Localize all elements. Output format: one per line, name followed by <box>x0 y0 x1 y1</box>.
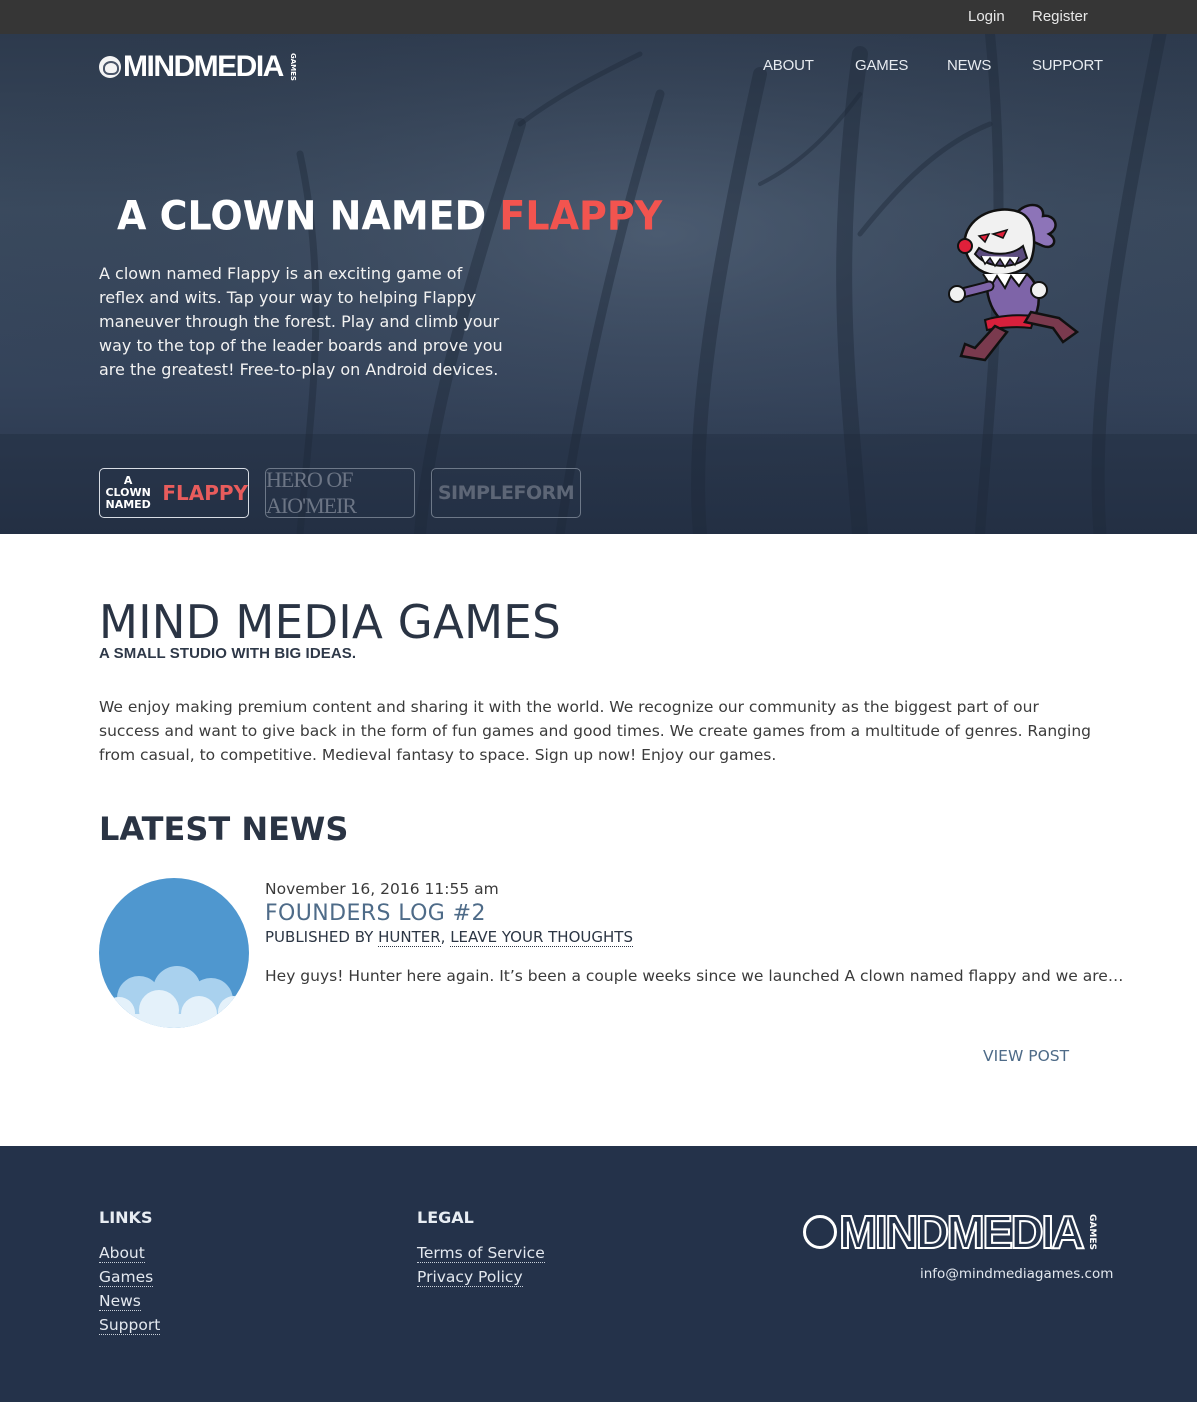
footer-link-privacy[interactable]: Privacy Policy <box>417 1268 523 1287</box>
author-link[interactable]: HUNTER <box>378 928 441 947</box>
footer-link-news[interactable]: News <box>99 1292 141 1311</box>
game-title-accent: FLAPPY <box>499 192 663 240</box>
nav-games[interactable]: GAMES <box>855 57 908 74</box>
meta-separator: , <box>440 928 451 946</box>
brain-icon <box>99 56 121 78</box>
register-link[interactable]: Register <box>1032 8 1088 25</box>
brand-name: MINDMEDIA <box>123 50 284 83</box>
brain-icon <box>803 1215 837 1249</box>
nav-support[interactable]: SUPPORT <box>1032 57 1103 74</box>
news-post-title[interactable]: FOUNDERS LOG #2 <box>265 901 486 926</box>
studio-description: We enjoy making premium content and shar… <box>99 698 1091 764</box>
footer-link-about[interactable]: About <box>99 1244 145 1263</box>
studio-subtitle: A SMALL STUDIO WITH BIG IDEAS. <box>99 645 357 662</box>
game-title: A CLOWN NAMED FLAPPY <box>117 193 662 239</box>
thumb-hero-label: HERO OF AIO'MEIR <box>266 468 357 518</box>
footer: LINKS About Games News Support LEGAL Ter… <box>0 1146 1197 1402</box>
footer-brand-suffix: GAMES <box>1087 1214 1098 1250</box>
footer-legal-heading: LEGAL <box>417 1208 474 1227</box>
footer-brand-name: MINDMEDIA <box>838 1206 1086 1258</box>
view-post-link[interactable]: VIEW POST <box>983 1047 1069 1065</box>
news-post-thumbnail[interactable] <box>99 878 249 1028</box>
thumb-flappy-line2: NAMED <box>105 498 151 511</box>
studio-title: MIND MEDIA GAMES <box>99 595 561 649</box>
brand-suffix: GAMES <box>288 53 297 81</box>
thumb-flappy-line1: A CLOWN <box>105 474 151 499</box>
nav-about[interactable]: ABOUT <box>763 57 814 74</box>
published-by-label: PUBLISHED BY <box>265 928 379 946</box>
thumb-flappy-accent: FLAPPY <box>162 481 248 505</box>
footer-legal-list: Terms of Service Privacy Policy <box>417 1244 545 1292</box>
comments-link[interactable]: LEAVE YOUR THOUGHTS <box>450 928 633 947</box>
footer-links-list: About Games News Support <box>99 1244 161 1340</box>
latest-news-heading: LATEST NEWS <box>99 810 349 848</box>
thumb-flappy-small-label: A CLOWN NAMED <box>100 475 156 511</box>
footer-link-support[interactable]: Support <box>99 1316 161 1335</box>
news-post-date: November 16, 2016 11:55 am <box>265 880 499 898</box>
footer-email[interactable]: info@mindmediagames.com <box>920 1266 1113 1282</box>
hero-banner: MINDMEDIA GAMES ABOUT GAMES NEWS SUPPORT… <box>0 34 1197 534</box>
footer-link-games[interactable]: Games <box>99 1268 154 1287</box>
footer-brand-logo: MINDMEDIA GAMES <box>803 1208 1110 1256</box>
game-thumb-hero-of-aiomeir[interactable]: HERO OF AIO'MEIR <box>265 468 415 518</box>
cloud-icon <box>99 966 249 1028</box>
clown-character-illustration <box>948 203 1080 362</box>
thumb-simpleform-label: SIMPLEFORM <box>437 482 575 504</box>
game-title-main: A CLOWN NAMED <box>117 192 500 240</box>
footer-link-terms[interactable]: Terms of Service <box>417 1244 545 1263</box>
nav-news[interactable]: NEWS <box>947 57 991 74</box>
footer-links-heading: LINKS <box>99 1208 153 1227</box>
game-thumb-simpleform[interactable]: SIMPLEFORM <box>431 468 581 518</box>
news-post-excerpt: Hey guys! Hunter here again. It’s been a… <box>265 967 1124 985</box>
game-description: A clown named Flappy is an exciting game… <box>99 264 503 379</box>
login-link[interactable]: Login <box>968 8 1005 25</box>
news-post-meta: PUBLISHED BY HUNTER, LEAVE YOUR THOUGHTS <box>265 928 633 947</box>
brand-logo[interactable]: MINDMEDIA GAMES <box>99 52 307 82</box>
game-thumb-flappy[interactable]: A CLOWN NAMED FLAPPY <box>99 468 249 518</box>
top-bar: Login Register <box>0 0 1197 34</box>
